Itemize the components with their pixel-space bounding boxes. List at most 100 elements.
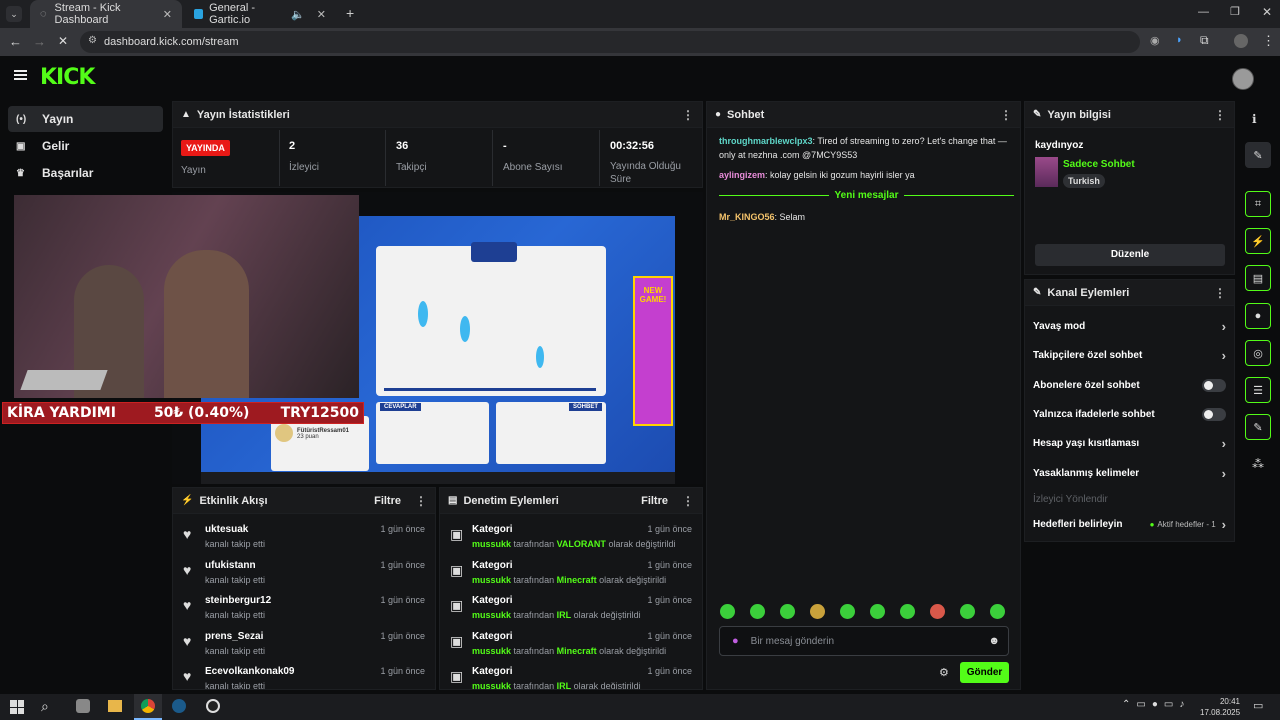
tag-badge[interactable]: Turkish	[1063, 174, 1105, 188]
more-options-icon[interactable]: ⋮	[1214, 286, 1226, 300]
notification-icon[interactable]: ▭	[1253, 699, 1263, 712]
activity-row[interactable]: ♥ uktesuak kanalı takip etti 1 gün önce	[173, 524, 435, 560]
new-messages-divider: Yeni mesajlar	[719, 190, 1014, 201]
more-options-icon[interactable]: ⋮	[682, 494, 694, 508]
emote-icon[interactable]	[990, 604, 1005, 619]
tab-gartic[interactable]: General - Gartic.io 🔈 ✕	[184, 0, 336, 28]
search-icon[interactable]: ⌕	[41, 698, 49, 715]
emote-icon[interactable]	[810, 604, 825, 619]
chrome-icon[interactable]	[134, 694, 162, 720]
wrench-icon[interactable]: ✎	[1245, 414, 1271, 440]
microphone-icon[interactable]: ●	[732, 635, 739, 647]
activity-row[interactable]: ♥ prens_Sezai kanalı takip etti 1 gün önce	[173, 631, 435, 667]
activity-row[interactable]: ♥ Ecevolkankonak09 kanalı takip etti 1 gün …	[173, 666, 435, 689]
obs-icon[interactable]	[206, 699, 220, 713]
sidebar-item-gelir[interactable]: ▣ Gelir	[8, 133, 163, 159]
forward-icon[interactable]: →	[33, 34, 46, 49]
info-icon[interactable]: ℹ	[1252, 112, 1257, 126]
category-link[interactable]: Sadece Sohbet	[1063, 159, 1135, 170]
minimize-icon[interactable]: —	[1198, 6, 1209, 18]
goals-action[interactable]: Hedefleri belirleyin ● Aktif hedefler - …	[1033, 510, 1226, 539]
user-avatar[interactable]	[1232, 68, 1254, 90]
close-tab-icon[interactable]: ✕	[163, 8, 172, 21]
back-icon[interactable]: ←	[9, 34, 22, 49]
steam-icon[interactable]	[172, 699, 186, 713]
chat-username[interactable]: Mr_KINGO56	[719, 212, 775, 222]
account-age-action[interactable]: Hesap yaşı kısıtlaması ›	[1033, 429, 1226, 458]
extension-icon[interactable]: ◗	[1176, 34, 1183, 46]
more-options-icon[interactable]: ⋮	[1000, 108, 1012, 122]
filter-button[interactable]: Filtre	[641, 495, 668, 507]
browser-menu-icon[interactable]: ⋮	[1262, 33, 1275, 49]
chat-input[interactable]: ● Bir mesaj gönderin ☻	[719, 626, 1009, 656]
emote-icon[interactable]	[930, 604, 945, 619]
close-tab-icon[interactable]: ✕	[317, 8, 326, 21]
subscribers-only-toggle[interactable]	[1202, 379, 1226, 392]
chat-bubble-icon[interactable]: ●	[1245, 303, 1271, 329]
slow-mode-action[interactable]: Yavaş mod ›	[1033, 312, 1226, 341]
emoji-icon[interactable]: ☻	[988, 635, 1000, 647]
more-options-icon[interactable]: ⋮	[415, 494, 427, 508]
layout-icon[interactable]: ☰	[1245, 377, 1271, 403]
emote-icon[interactable]	[750, 604, 765, 619]
chat-message: aylingizem: kolay gelsin iki gozum hayir…	[719, 170, 915, 180]
clock[interactable]: 20:41 17.08.2025	[1200, 696, 1240, 718]
timer-bar	[384, 388, 596, 391]
emote-icon[interactable]	[870, 604, 885, 619]
moderation-row[interactable]: ▣ Kategori mussukk tarafından IRL olarak d…	[440, 666, 702, 689]
site-info-icon[interactable]: ⚙	[88, 35, 97, 46]
wrench-icon: ✎	[1033, 287, 1042, 298]
moderation-row[interactable]: ▣ Kategori mussukk tarafından IRL olarak d…	[440, 595, 702, 631]
tab-search-icon[interactable]: ⌄	[6, 6, 22, 22]
emote-icon[interactable]	[900, 604, 915, 619]
sidebar-item-basarilar[interactable]: ♛ Başarılar	[8, 160, 163, 186]
emote-icon[interactable]	[720, 604, 735, 619]
start-icon[interactable]	[10, 700, 24, 714]
app-icon[interactable]	[76, 699, 90, 713]
more-options-icon[interactable]: ⋮	[682, 108, 694, 122]
activity-row[interactable]: ♥ steinbergur12 kanalı takip etti 1 gün önc…	[173, 595, 435, 631]
moderation-row[interactable]: ▣ Kategori mussukk tarafından VALORANT ola…	[440, 524, 702, 560]
chat-username[interactable]: aylingizem	[719, 170, 765, 180]
tab-kick-dashboard[interactable]: ◌ Stream - Kick Dashboard ✕	[30, 0, 182, 28]
restore-icon[interactable]: ❐	[1230, 5, 1240, 18]
filter-button[interactable]: Filtre	[374, 495, 401, 507]
document-icon: ▤	[448, 495, 458, 506]
activity-row[interactable]: ♥ ufukistann kanalı takip etti 1 gün önce	[173, 560, 435, 596]
edit-icon[interactable]: ✎	[1245, 142, 1271, 168]
chat-username[interactable]: throughmarblewclpx3	[719, 136, 813, 146]
kick-logo[interactable]: KICK	[40, 65, 95, 90]
extensions-puzzle-icon[interactable]: ⧉	[1200, 33, 1209, 48]
emote-icon[interactable]	[780, 604, 795, 619]
system-tray[interactable]: ⌃▭●▭♪	[1122, 699, 1190, 710]
extension-icon[interactable]: ◉	[1150, 34, 1160, 47]
lightning-icon[interactable]: ⚡	[1245, 228, 1271, 254]
stop-loading-icon[interactable]: ✕	[58, 34, 68, 48]
emote-icon[interactable]	[960, 604, 975, 619]
chat-settings-icon[interactable]: ⚙	[939, 666, 949, 679]
more-options-icon[interactable]: ⋮	[1214, 108, 1226, 122]
edit-button[interactable]: Düzenle	[1035, 244, 1225, 266]
new-tab-icon[interactable]: +	[346, 5, 354, 21]
heart-icon: ♥	[183, 668, 192, 684]
broadcast-icon[interactable]: ◎	[1245, 340, 1271, 366]
panel-header: ✎ Kanal Eylemleri ⋮	[1025, 280, 1234, 306]
hamburger-menu-icon[interactable]	[14, 70, 27, 80]
moderation-row[interactable]: ▣ Kategori mussukk tarafından Minecraft ol…	[440, 560, 702, 596]
url-bar[interactable]: ⚙ dashboard.kick.com/stream	[80, 31, 1140, 53]
moderation-row[interactable]: ▣ Kategori mussukk tarafından Minecraft ol…	[440, 631, 702, 667]
banned-words-action[interactable]: Yasaklanmış kelimeler ›	[1033, 459, 1226, 488]
emote-icon[interactable]	[840, 604, 855, 619]
focus-icon[interactable]: ⌗	[1245, 191, 1271, 217]
emotes-only-toggle[interactable]	[1202, 408, 1226, 421]
close-window-icon[interactable]: ✕	[1262, 5, 1272, 19]
profile-icon[interactable]	[1234, 34, 1248, 48]
file-explorer-icon[interactable]	[108, 700, 122, 712]
send-button[interactable]: Gönder	[960, 662, 1009, 683]
audio-icon[interactable]: 🔈	[291, 8, 305, 21]
sidebar-item-yayin[interactable]: (•) Yayın	[8, 106, 163, 132]
followers-only-action[interactable]: Takipçilere özel sohbet ›	[1033, 341, 1226, 370]
add-widget-icon[interactable]: ⁂	[1252, 457, 1264, 471]
player-avatar	[275, 424, 293, 442]
document-icon[interactable]: ▤	[1245, 265, 1271, 291]
